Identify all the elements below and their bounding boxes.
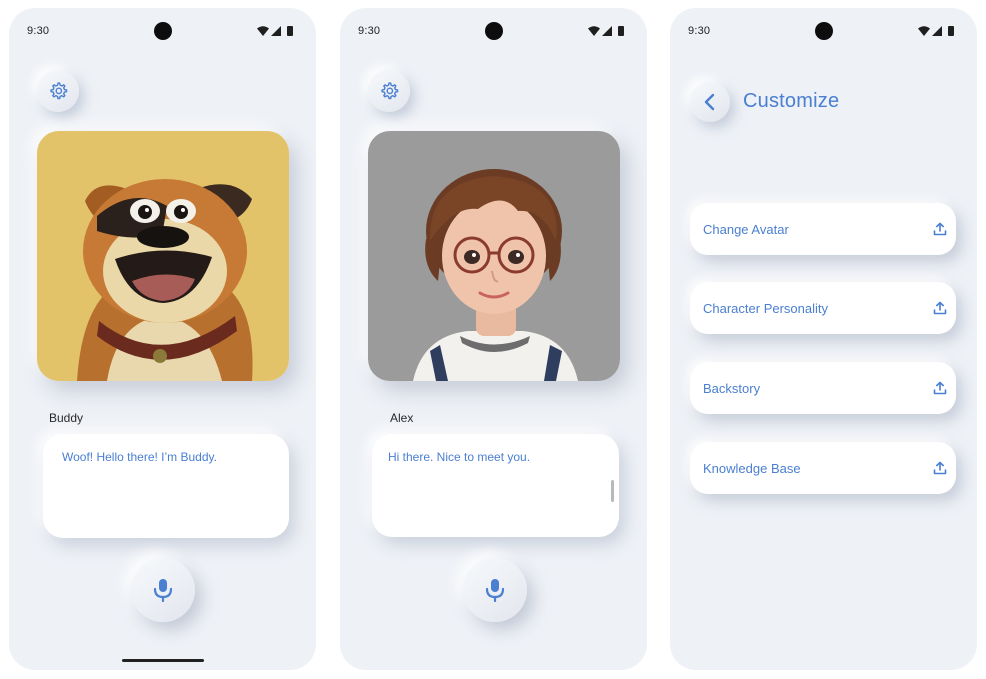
upload-icon[interactable] [933,222,947,236]
speech-text: Hi there. Nice to meet you. [388,450,531,464]
status-time: 9:30 [358,25,381,37]
upload-icon[interactable] [933,381,947,395]
phone-screen-customize: 9:30 Customize Change Avatar Character P… [670,8,977,670]
home-indicator[interactable] [122,659,204,662]
battery-icon [287,26,293,36]
status-bar: 9:30 [670,8,977,54]
back-button[interactable] [690,82,730,122]
status-time: 9:30 [27,25,50,37]
wifi-icon [588,26,600,36]
status-time: 9:30 [688,25,711,37]
speech-bubble: Woof! Hello there! I’m Buddy. [43,434,289,538]
knowledge-base-item[interactable]: Knowledge Base [690,442,956,494]
phone-screen-alex: 9:30 Alex Hi there. Nice to meet you. [340,8,647,670]
avatar-image-alex [368,131,620,381]
microphone-button[interactable] [463,558,527,622]
signal-icon [932,26,942,36]
wifi-icon [257,26,269,36]
status-icons [587,25,631,37]
avatar-image-buddy [37,131,289,381]
camera-cutout [484,22,503,40]
status-bar: 9:30 [9,8,316,54]
signal-icon [271,26,281,36]
scrollbar-thumb[interactable] [611,480,614,502]
status-icons [256,25,300,37]
menu-item-label: Backstory [703,381,761,396]
status-bar: 9:30 [340,8,647,54]
status-icons [917,25,961,37]
upload-icon[interactable] [933,461,947,475]
menu-item-label: Change Avatar [703,222,789,237]
wifi-icon [918,26,930,36]
upload-icon[interactable] [933,301,947,315]
character-name: Buddy [49,411,84,425]
character-name: Alex [390,411,414,425]
camera-cutout [814,22,833,40]
chevron-left-icon [704,93,715,111]
gear-icon [50,82,68,100]
character-personality-item[interactable]: Character Personality [690,282,956,334]
menu-item-label: Knowledge Base [703,461,801,476]
settings-button[interactable] [368,70,410,112]
backstory-item[interactable]: Backstory [690,362,956,414]
microphone-button[interactable] [131,558,195,622]
speech-text: Woof! Hello there! I’m Buddy. [62,450,217,464]
signal-icon [602,26,612,36]
speech-bubble: Hi there. Nice to meet you. [372,434,619,537]
menu-item-label: Character Personality [703,301,828,316]
gear-icon [381,82,399,100]
microphone-icon [485,579,505,603]
camera-cutout [153,22,172,40]
change-avatar-item[interactable]: Change Avatar [690,203,956,255]
battery-icon [948,26,954,36]
page-title: Customize [743,90,840,112]
microphone-icon [153,579,173,603]
battery-icon [618,26,624,36]
phone-screen-buddy: 9:30 Buddy Woof! Hello there! I’m Buddy. [9,8,316,670]
settings-button[interactable] [37,70,79,112]
